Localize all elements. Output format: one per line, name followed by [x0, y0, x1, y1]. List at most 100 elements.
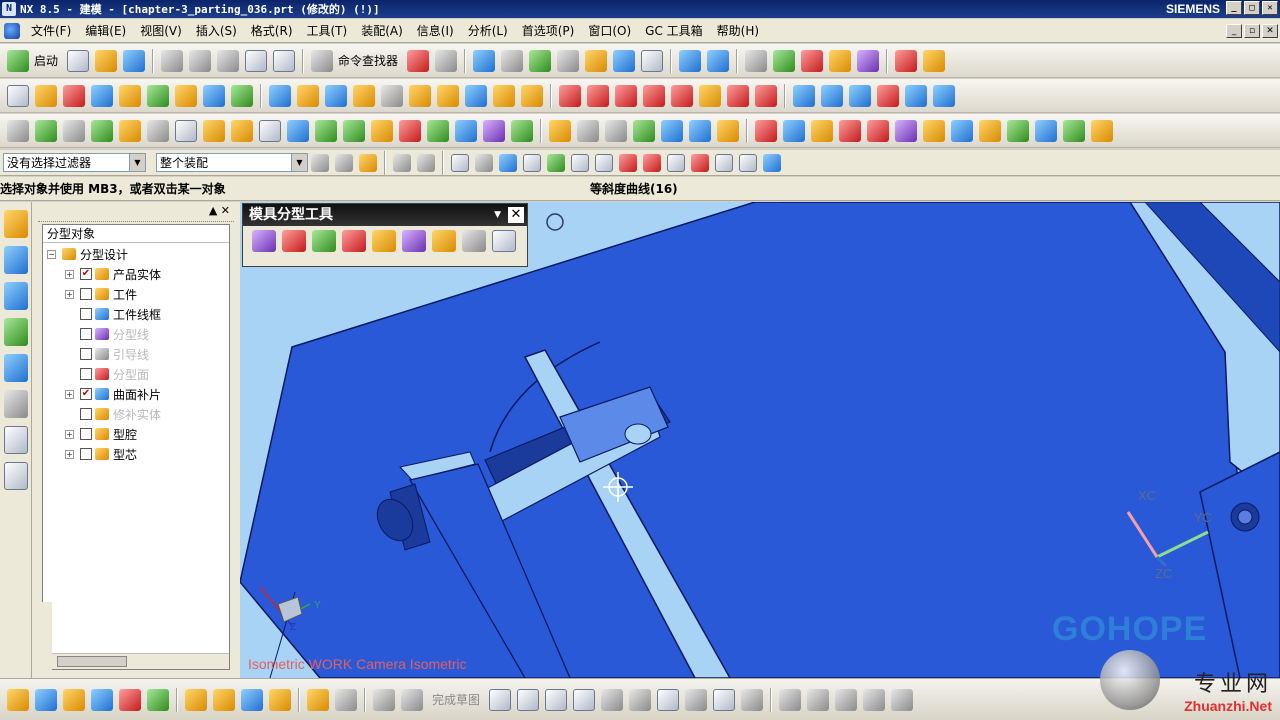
feature-icon-10[interactable]	[259, 119, 281, 142]
swap-model-icon[interactable]	[462, 230, 486, 252]
mold-tools-icon[interactable]	[203, 84, 225, 107]
solid-outline-icon[interactable]	[839, 119, 861, 142]
layer-icon[interactable]	[745, 49, 768, 72]
snap-point-icon[interactable]	[393, 153, 411, 172]
close-tool-icon[interactable]	[755, 84, 777, 107]
body-select-icon[interactable]	[499, 153, 517, 172]
layout-icon[interactable]	[147, 84, 169, 107]
graphics-window[interactable]: XC YC ZC Y Z Isometric WORK Camera Isome…	[240, 202, 1280, 678]
red-face-icon[interactable]	[867, 119, 889, 142]
gear-snap-icon[interactable]	[763, 153, 781, 172]
shade-icon[interactable]	[501, 49, 524, 72]
cooling-icon[interactable]	[465, 84, 487, 107]
feature-icon-16[interactable]	[427, 119, 449, 142]
constraint-navigator-icon[interactable]	[4, 246, 28, 274]
rectangle-icon[interactable]	[7, 84, 29, 107]
sketch-icon-1[interactable]	[185, 688, 207, 711]
profile-icon[interactable]	[489, 688, 512, 711]
frame-icon[interactable]	[641, 49, 664, 72]
visibility-checkbox[interactable]	[80, 288, 92, 300]
check-icon[interactable]	[717, 119, 739, 142]
tree-item-workpiece[interactable]: + 工件	[65, 285, 137, 303]
part-icon[interactable]	[35, 688, 57, 711]
grid-icon[interactable]	[577, 119, 599, 142]
box-yellow-icon[interactable]	[1091, 119, 1113, 142]
runner-icon[interactable]	[437, 84, 459, 107]
sub-insert-icon[interactable]	[381, 84, 403, 107]
assembly-navigator-icon[interactable]	[4, 210, 28, 238]
point-snap-icon[interactable]	[523, 153, 541, 172]
tree-item-product-solid[interactable]: + ✔ 产品实体	[65, 265, 161, 283]
feature-icon-11[interactable]	[287, 119, 309, 142]
standard-part-icon[interactable]	[297, 84, 319, 107]
maximize-button[interactable]: □	[1244, 1, 1260, 15]
menu-assembly[interactable]: 装配(A)	[354, 22, 410, 39]
pink-face-icon[interactable]	[895, 119, 917, 142]
polygon-icon[interactable]	[685, 688, 708, 711]
part-navigator-icon[interactable]	[4, 282, 28, 310]
plus-snap-icon[interactable]	[715, 153, 733, 172]
clip-icon[interactable]	[1007, 119, 1029, 142]
menu-analysis[interactable]: 分析(L)	[461, 22, 515, 39]
hand-icon[interactable]	[585, 49, 608, 72]
offset-curve-icon[interactable]	[835, 688, 858, 711]
center-snap-icon[interactable]	[667, 153, 685, 172]
yellow-face-icon[interactable]	[923, 119, 945, 142]
feature-icon-15[interactable]	[399, 119, 421, 142]
collapse-icon[interactable]: −	[47, 249, 56, 259]
visibility-checkbox[interactable]	[80, 368, 92, 380]
pocket-icon[interactable]	[559, 84, 581, 107]
visibility-checkbox[interactable]	[80, 428, 92, 440]
tree-item-patch-solid[interactable]: 修补实体	[65, 405, 161, 423]
sketch-task-icon[interactable]	[373, 688, 395, 711]
command-finder-icon[interactable]	[311, 49, 334, 72]
feature-icon-20[interactable]	[549, 119, 571, 142]
tree-root[interactable]: − 分型设计	[47, 245, 128, 263]
menu-window[interactable]: 窗口(O)	[581, 22, 638, 39]
copy-icon[interactable]	[189, 49, 212, 72]
mid-snap-icon[interactable]	[595, 153, 613, 172]
surface-icon-f[interactable]	[933, 84, 955, 107]
mold-base-icon[interactable]	[269, 84, 291, 107]
drive-icon[interactable]	[335, 688, 357, 711]
snap-point-off-icon[interactable]	[417, 153, 435, 172]
menu-view[interactable]: 视图(V)	[133, 22, 189, 39]
link-icon[interactable]	[307, 688, 329, 711]
feature-icon-9[interactable]	[231, 119, 253, 142]
menu-edit[interactable]: 编辑(E)	[78, 22, 133, 39]
arc-snap-icon[interactable]	[619, 153, 637, 172]
visibility-checkbox[interactable]	[80, 308, 92, 320]
menu-file[interactable]: 文件(F)	[24, 22, 78, 39]
shrinkage-icon[interactable]	[91, 84, 113, 107]
chevron-down-icon[interactable]: ▼	[129, 154, 145, 171]
arrow-cube-icon[interactable]	[1035, 119, 1057, 142]
gate-icon[interactable]	[409, 84, 431, 107]
feature-icon-6[interactable]	[147, 119, 169, 142]
tree-item-surface-patch[interactable]: + ✔ 曲面补片	[65, 385, 161, 403]
feature-icon-18[interactable]	[483, 119, 505, 142]
constraint-icon[interactable]	[863, 688, 886, 711]
system-materials-icon[interactable]	[4, 462, 28, 490]
dimension-icon[interactable]	[891, 688, 914, 711]
feature-icon-3[interactable]	[63, 119, 85, 142]
design-parting-surface-icon[interactable]	[372, 230, 396, 252]
tree-item-parting-surface[interactable]: 分型面	[65, 365, 149, 383]
fillet-icon[interactable]	[601, 688, 624, 711]
new-file-icon[interactable]	[67, 49, 90, 72]
feature-icon-12[interactable]	[315, 119, 337, 142]
expand-icon[interactable]: +	[65, 289, 74, 299]
visibility-checkbox[interactable]	[80, 328, 92, 340]
close-icon[interactable]: ✕	[508, 207, 524, 223]
check-area-icon[interactable]	[282, 230, 306, 252]
assembly-constraint-icon[interactable]	[119, 688, 141, 711]
stack-icon[interactable]	[979, 119, 1001, 142]
filter-reset-icon[interactable]	[335, 153, 353, 172]
solid-red-icon[interactable]	[755, 119, 777, 142]
menu-gc-toolbox[interactable]: GC 工具箱	[638, 22, 710, 39]
box-select-icon[interactable]	[451, 153, 469, 172]
close-button[interactable]: ✕	[1262, 1, 1278, 15]
command-finder-button[interactable]: 命令查找器	[338, 52, 398, 69]
pen-icon[interactable]	[829, 49, 852, 72]
save-icon[interactable]	[123, 49, 146, 72]
feature-icon-14[interactable]	[371, 119, 393, 142]
